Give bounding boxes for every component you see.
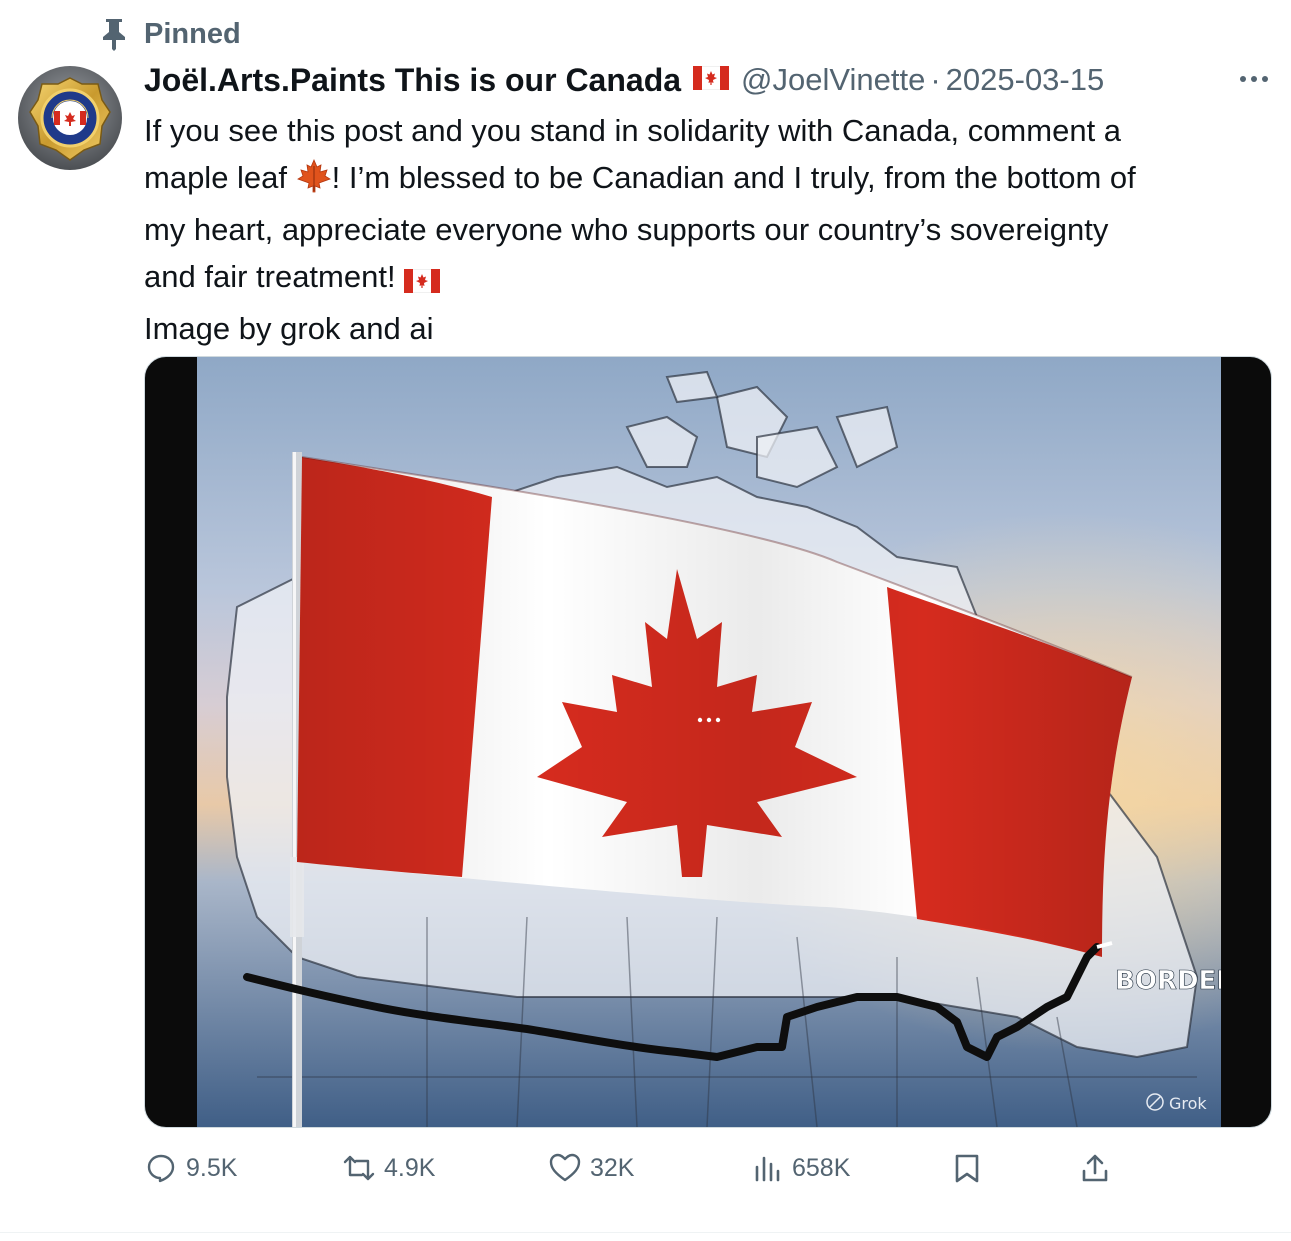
grok-watermark: Grok xyxy=(1169,1094,1207,1113)
author-display-name[interactable]: Joël.Arts.Paints This is our Canada xyxy=(144,62,681,99)
post-text-segment: and fair treatment! xyxy=(144,258,405,294)
more-options-icon[interactable] xyxy=(1236,64,1272,94)
heart-icon xyxy=(548,1151,582,1185)
media-more-icon[interactable] xyxy=(697,717,721,723)
post-date[interactable]: 2025-03-15 xyxy=(946,62,1105,98)
views-chart-icon xyxy=(750,1151,784,1185)
post-line: and fair treatment! xyxy=(144,254,1264,307)
like-count: 32K xyxy=(590,1153,635,1182)
post-line: Image by grok and ai xyxy=(144,311,434,346)
reply-button[interactable]: 9.5K xyxy=(144,1140,237,1196)
post-text-segment: ! I’m blessed to be Canadian and I truly… xyxy=(331,159,1136,195)
post-line: maple leaf ! I’m blessed to be Canadian … xyxy=(144,155,1264,208)
views-button[interactable]: 658K xyxy=(750,1140,850,1196)
bookmark-icon xyxy=(950,1151,984,1185)
repost-icon xyxy=(342,1151,376,1185)
share-icon xyxy=(1078,1151,1112,1185)
like-button[interactable]: 32K xyxy=(548,1140,634,1196)
header-separator: · xyxy=(930,62,941,97)
post-text-segment: maple leaf xyxy=(144,159,296,195)
repost-count: 4.9K xyxy=(384,1153,436,1182)
maple-leaf-icon xyxy=(296,158,332,208)
media-image: BORDER LINE! Grok xyxy=(197,357,1221,1127)
avatar[interactable] xyxy=(18,66,122,170)
post-text: If you see this post and you stand in so… xyxy=(144,108,1264,353)
pinned-label: Pinned xyxy=(144,17,241,50)
bookmark-button[interactable] xyxy=(950,1140,984,1196)
post-header: Joël.Arts.Paints This is our Canada @Joe… xyxy=(144,58,1104,102)
pin-icon xyxy=(96,16,132,52)
flag-and-map-illustration: BORDER LINE! Grok xyxy=(197,357,1221,1127)
reply-icon xyxy=(144,1151,178,1185)
canadian-influential-artist-badge-icon xyxy=(18,66,122,170)
post-line: my heart, appreciate everyone who suppor… xyxy=(144,212,1109,247)
post-action-bar: 9.5K 4.9K 32K 658K xyxy=(144,1140,1144,1196)
border-line-label: BORDER LINE! xyxy=(1115,966,1221,996)
post-media[interactable]: BORDER LINE! Grok xyxy=(144,356,1272,1128)
canada-flag-icon xyxy=(403,260,441,307)
views-count: 658K xyxy=(792,1153,851,1182)
post-divider xyxy=(0,1232,1291,1233)
reply-count: 9.5K xyxy=(186,1153,238,1182)
canada-flag-icon xyxy=(692,65,730,95)
share-button[interactable] xyxy=(1078,1140,1112,1196)
pinned-indicator: Pinned xyxy=(96,14,241,54)
repost-button[interactable]: 4.9K xyxy=(342,1140,435,1196)
author-handle[interactable]: @JoelVinette xyxy=(741,62,925,98)
post-line: If you see this post and you stand in so… xyxy=(144,113,1122,148)
